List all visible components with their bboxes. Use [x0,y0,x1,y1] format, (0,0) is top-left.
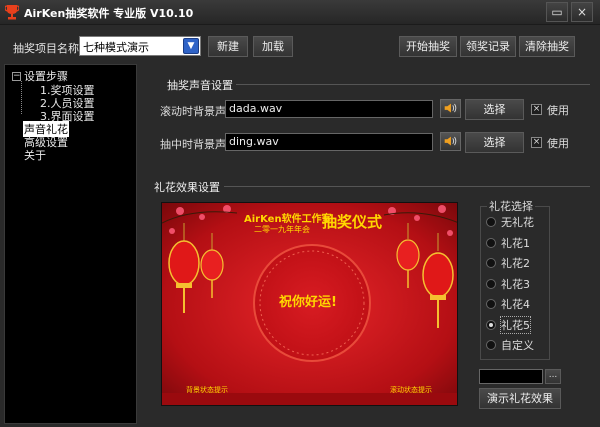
radio-fireworks-1[interactable] [486,238,496,248]
use-drawing-label: 使用 [547,137,569,150]
settings-panel: 抽奖声音设置 滚动时背景声: dada.wav 选择 × 使用 抽中时背景声: … [140,64,596,424]
new-button[interactable]: 新建 [208,36,248,57]
drawing-sound-input[interactable]: ding.wav [225,133,433,151]
radio-none-label[interactable]: 无礼花 [501,214,534,230]
select-rolling-button[interactable]: 选择 [465,99,524,120]
radio-fireworks-1-label[interactable]: 礼花1 [501,235,530,251]
speaker-icon [444,136,457,146]
load-button[interactable]: 加载 [253,36,293,57]
radio-fireworks-3-label[interactable]: 礼花3 [501,276,530,292]
play-rolling-button[interactable] [440,99,461,118]
speaker-icon [444,103,457,113]
radio-fireworks-4[interactable] [486,299,496,309]
radio-fireworks-3[interactable] [486,279,496,289]
fireworks-preview: AirKen软件工作室 二零一九年年会 抽奖仪式 祝你好运! 背景状态提示 滚动… [161,202,458,406]
radio-custom[interactable] [486,340,496,350]
tree-connector [21,81,22,114]
radio-fireworks-2-label[interactable]: 礼花2 [501,255,530,271]
radio-fireworks-5[interactable] [486,320,496,330]
radio-custom-label[interactable]: 自定义 [501,337,534,353]
use-rolling-label: 使用 [547,104,569,117]
tree-item-about[interactable]: 关于 [24,147,46,163]
start-draw-button[interactable]: 开始抽奖 [399,36,457,57]
preview-year-text: 二零一九年年会 [254,225,310,234]
collapse-icon[interactable]: − [12,72,21,81]
preview-ceremony-text: 抽奖仪式 [322,213,383,231]
fireworks-radio-title: 礼花选择 [487,198,535,214]
radio-none[interactable] [486,217,496,227]
preview-wish-text: 祝你好运! [279,295,337,310]
preview-studio-text: AirKen软件工作室 [244,214,332,225]
radio-fireworks-5-label[interactable]: 礼花5 [500,316,531,334]
radio-fireworks-2[interactable] [486,258,496,268]
chevron-down-icon[interactable]: ▼ [183,38,199,54]
project-select-value: 七种模式演示 [83,41,149,54]
preview-right-caption: 滚动状态提示 [390,386,432,394]
divider [236,84,590,85]
browse-button[interactable]: ... [545,369,561,384]
demo-fireworks-button[interactable]: 演示礼花效果 [479,388,561,409]
project-select[interactable]: 七种模式演示 ▼ [79,36,201,56]
select-drawing-button[interactable]: 选择 [465,132,524,153]
use-drawing-checkbox[interactable]: × [531,137,542,148]
custom-fireworks-input[interactable] [479,369,543,384]
rolling-sound-label: 滚动时背景声: [160,105,230,118]
drawing-sound-label: 抽中时背景声: [160,138,230,151]
clear-draw-button[interactable]: 清除抽奖 [519,36,575,57]
minimize-button[interactable]: ▭ [546,2,568,22]
close-button[interactable]: × [571,2,593,22]
play-drawing-button[interactable] [440,132,461,151]
radio-fireworks-4-label[interactable]: 礼花4 [501,296,530,312]
fireworks-group-title: 礼花效果设置 [154,181,220,194]
title-bar: AirKen抽奖软件 专业版 V10.10 ▭ × [0,0,600,25]
use-rolling-checkbox[interactable]: × [531,104,542,115]
divider [224,186,590,187]
settings-tree: − 设置步骤 1.奖项设置 2.人员设置 3.界面设置 声音礼花 高级设置 关于 [4,64,137,424]
window-title: AirKen抽奖软件 专业版 V10.10 [24,7,194,20]
award-record-button[interactable]: 领奖记录 [460,36,516,57]
preview-left-caption: 背景状态提示 [186,386,228,394]
trophy-icon [5,5,19,20]
sound-group-title: 抽奖声音设置 [167,79,233,92]
rolling-sound-input[interactable]: dada.wav [225,100,433,118]
project-name-label: 抽奖项目名称 [13,42,79,55]
